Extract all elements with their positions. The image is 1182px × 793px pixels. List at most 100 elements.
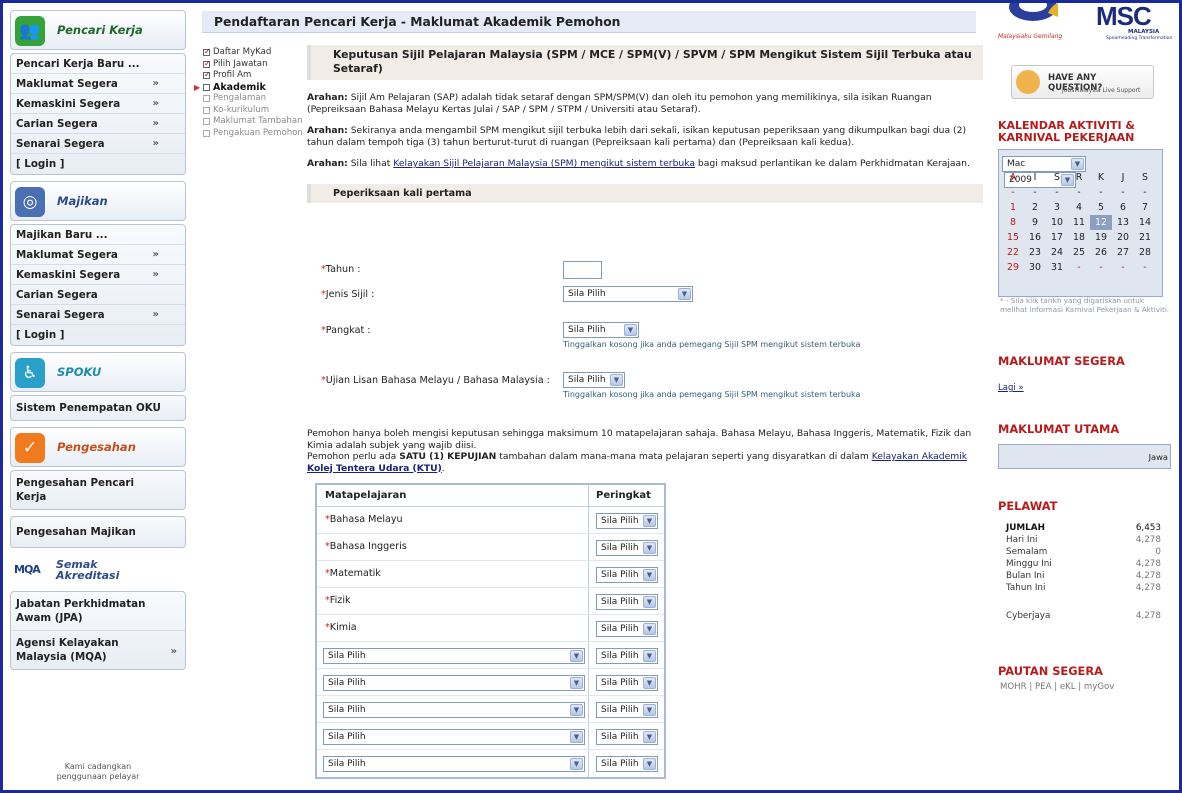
- grade-select[interactable]: Sila Pilih ▼: [596, 621, 658, 637]
- step-akademik[interactable]: ▶ Akademik: [194, 82, 315, 94]
- calendar-day[interactable]: 1: [1002, 200, 1024, 215]
- calendar-day[interactable]: 28: [1134, 245, 1156, 260]
- stat-row: Tahun Ini 4,278: [1006, 583, 1161, 593]
- subject-label: Kimia: [329, 622, 357, 633]
- calendar-day[interactable]: 22: [1002, 245, 1024, 260]
- table-row: Sila Pilih ▼ Sila Pilih ▼: [317, 723, 664, 750]
- grade-select[interactable]: Sila Pilih ▼: [596, 729, 658, 745]
- calendar-day[interactable]: 17: [1046, 230, 1068, 245]
- calendar-week: -------: [1011, 187, 1147, 198]
- step-profil-am[interactable]: Profil Am: [203, 69, 315, 82]
- mqa-logo: MQA: [14, 563, 41, 576]
- msc-sub: MALAYSIA: [1128, 29, 1160, 35]
- calendar-day[interactable]: 25: [1068, 245, 1090, 260]
- grade-select[interactable]: Sila Pilih ▼: [596, 513, 658, 529]
- calendar-day[interactable]: 21: [1134, 230, 1156, 245]
- calendar-day[interactable]: 3: [1046, 200, 1068, 215]
- subject-select[interactable]: Sila Pilih ▼: [323, 756, 585, 772]
- checkbox-empty-icon: [203, 106, 210, 114]
- calendar-day[interactable]: 13: [1112, 215, 1134, 230]
- calendar-day[interactable]: 11: [1068, 215, 1090, 230]
- calendar-day[interactable]: 5: [1090, 200, 1112, 215]
- nav-pencari-login[interactable]: [ Login ]: [11, 154, 185, 174]
- subject-select[interactable]: Sila Pilih ▼: [323, 675, 585, 691]
- grade-select[interactable]: Sila Pilih ▼: [596, 648, 658, 664]
- nav-majikan-baru[interactable]: Majikan Baru ...: [11, 225, 185, 245]
- calendar-week: 8 9 10 11 12 13 14: [1002, 215, 1156, 230]
- calendar-day[interactable]: 16: [1024, 230, 1046, 245]
- calendar-day[interactable]: 26: [1090, 245, 1112, 260]
- nav-majikan-login[interactable]: [ Login ]: [11, 325, 185, 345]
- link-kelayakan-spm[interactable]: Kelayakan Sijil Pelajaran Malaysia (SPM)…: [393, 158, 695, 169]
- have-any-question-button[interactable]: HAVE ANY QUESTION? JobsMalaysia Live Sup…: [1011, 65, 1154, 99]
- checkbox-empty-icon: [203, 83, 210, 91]
- nav-pencari-carian-segera[interactable]: Carian Segera»: [11, 114, 185, 134]
- nav-mqa[interactable]: Agensi Kelayakan Malaysia (MQA)»: [11, 631, 185, 669]
- nav-majikan-carian-segera[interactable]: Carian Segera: [11, 285, 185, 305]
- calendar-day[interactable]: 18: [1068, 230, 1090, 245]
- grade-select[interactable]: Sila Pilih ▼: [596, 675, 658, 691]
- step-pilih-jawatan[interactable]: Pilih Jawatan: [203, 58, 315, 71]
- subject-select[interactable]: Sila Pilih ▼: [323, 702, 585, 718]
- calendar-day[interactable]: 7: [1134, 200, 1156, 215]
- calendar-day[interactable]: 24: [1046, 245, 1068, 260]
- calendar-day-today[interactable]: 12: [1090, 215, 1112, 230]
- partner-logos: Malaysiaku Gemilang MSC MALAYSIA Spearhe…: [988, 3, 1179, 45]
- majikan-header: ◎ Majikan: [10, 181, 186, 221]
- maklumat-utama-ticker[interactable]: Jawa: [998, 444, 1171, 469]
- grade-select[interactable]: Sila Pilih ▼: [596, 567, 658, 583]
- subject-select[interactable]: Sila Pilih ▼: [323, 648, 585, 664]
- grade-select[interactable]: Sila Pilih ▼: [596, 702, 658, 718]
- step-pengalaman: Pengalaman: [203, 93, 315, 105]
- nav-pencari-kerja-baru[interactable]: Pencari Kerja Baru ...: [11, 54, 185, 74]
- checkbox-empty-icon: [203, 118, 210, 125]
- calendar-day[interactable]: 30: [1024, 260, 1046, 275]
- chevron-down-icon: ▼: [570, 677, 583, 689]
- calendar-day[interactable]: 2: [1024, 200, 1046, 215]
- calendar-day[interactable]: 31: [1046, 260, 1068, 275]
- malaysia-tagline: Malaysiaku Gemilang: [998, 33, 1063, 40]
- pangkat-select[interactable]: Sila Pilih ▼: [563, 322, 639, 338]
- table-row: *Bahasa Inggeris Sila Pilih ▼: [317, 534, 664, 561]
- nav-majikan-maklumat-segera[interactable]: Maklumat Segera»: [11, 245, 185, 265]
- lagi-link[interactable]: Lagi »: [998, 383, 1024, 393]
- link-ktu[interactable]: Kolej Tentera Udara (KTU): [307, 463, 442, 474]
- nav-majikan-kemaskini-segera[interactable]: Kemaskini Segera»: [11, 265, 185, 285]
- chevron-right-icon: »: [152, 78, 159, 89]
- subject-select[interactable]: Sila Pilih ▼: [323, 729, 585, 745]
- nav-pengesahan-majikan[interactable]: Pengesahan Majikan: [11, 517, 185, 547]
- mqa-header: MQA Semak Akreditasi: [10, 554, 186, 588]
- calendar-day[interactable]: 29: [1002, 260, 1024, 275]
- nav-pengesahan-pencari-kerja[interactable]: Pengesahan Pencari Kerja: [11, 471, 185, 509]
- calendar-day[interactable]: 23: [1024, 245, 1046, 260]
- col-matapelajaran: Matapelajaran: [317, 485, 589, 506]
- nav-majikan-senarai-segera[interactable]: Senarai Segera»: [11, 305, 185, 325]
- calendar-day[interactable]: 4: [1068, 200, 1090, 215]
- calendar-day[interactable]: 15: [1002, 230, 1024, 245]
- nav-jpa[interactable]: Jabatan Perkhidmatan Awam (JPA): [11, 592, 185, 631]
- step-daftar-mykad[interactable]: Daftar MyKad: [203, 46, 315, 59]
- nav-pencari-kemaskini-segera[interactable]: Kemaskini Segera»: [11, 94, 185, 114]
- nav-pencari-senarai-segera[interactable]: Senarai Segera»: [11, 134, 185, 154]
- calendar-day[interactable]: 27: [1112, 245, 1134, 260]
- nav-sistem-penempatan-oku[interactable]: Sistem Penempatan OKU: [11, 396, 185, 420]
- calendar-day[interactable]: 8: [1002, 215, 1024, 230]
- calendar-day[interactable]: 10: [1046, 215, 1068, 230]
- calendar-day[interactable]: 6: [1112, 200, 1134, 215]
- pautan-links[interactable]: MOHR | PEA | eKL | myGov: [1000, 682, 1114, 692]
- link-kelayakan-akademik[interactable]: Kelayakan Akademik: [872, 451, 967, 462]
- grade-select[interactable]: Sila Pilih ▼: [596, 756, 658, 772]
- calendar-day[interactable]: 14: [1134, 215, 1156, 230]
- calendar-day[interactable]: 20: [1112, 230, 1134, 245]
- maklumat-segera-heading: MAKLUMAT SEGERA: [998, 354, 1125, 368]
- ujian-lisan-select[interactable]: Sila Pilih ▼: [563, 372, 625, 388]
- table-row: *Fizik Sila Pilih ▼: [317, 588, 664, 615]
- grade-select[interactable]: Sila Pilih ▼: [596, 540, 658, 556]
- left-nav: 👥 Pencari Kerja Pencari Kerja Baru ... M…: [10, 10, 186, 781]
- grade-select[interactable]: Sila Pilih ▼: [596, 594, 658, 610]
- calendar-day[interactable]: 9: [1024, 215, 1046, 230]
- nav-pencari-maklumat-segera[interactable]: Maklumat Segera»: [11, 74, 185, 94]
- calendar-day[interactable]: 19: [1090, 230, 1112, 245]
- tahun-input[interactable]: [563, 261, 602, 279]
- jenis-sijil-select[interactable]: Sila Pilih ▼: [563, 286, 693, 302]
